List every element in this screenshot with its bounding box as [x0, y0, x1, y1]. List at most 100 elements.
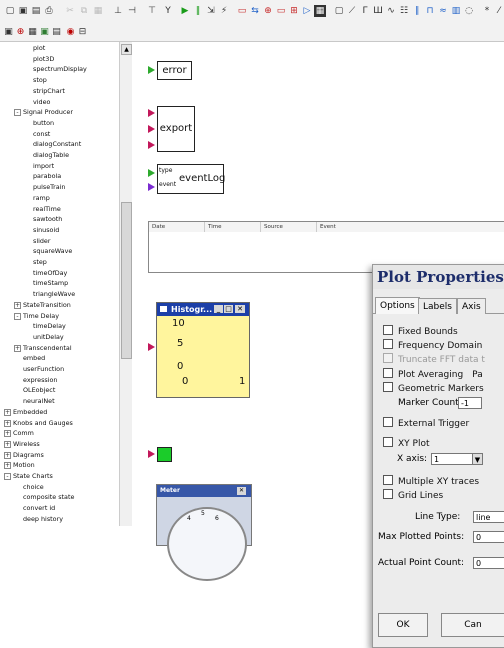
export-input-1-arrow-icon[interactable]: [148, 109, 155, 117]
table-icon[interactable]: ☷: [398, 5, 410, 17]
tree-item[interactable]: const: [33, 130, 50, 139]
tree-item[interactable]: Time Delay: [23, 312, 59, 321]
wave-icon[interactable]: ∿: [385, 5, 397, 17]
tab-labels[interactable]: Labels: [418, 298, 457, 314]
align-bottom-icon[interactable]: ⊣: [126, 5, 138, 17]
tree-item[interactable]: Motion: [13, 461, 35, 470]
maximize-icon[interactable]: □: [224, 305, 233, 313]
target-icon[interactable]: ◉: [65, 27, 76, 38]
gain-block-icon[interactable]: ▷: [301, 5, 313, 17]
display-block-icon[interactable]: ▦: [314, 5, 326, 17]
block-tree[interactable]: plot plot3D spectrumDisplay stop stripChart v…: [0, 42, 133, 526]
mux-block-icon[interactable]: ⊞: [288, 5, 300, 17]
tree-item[interactable]: sinusoid: [33, 226, 59, 235]
export-input-2-arrow-icon[interactable]: [148, 125, 155, 133]
pulse-icon[interactable]: ∥: [411, 5, 423, 17]
meter-window[interactable]: Meter ✕ 4 5 6: [156, 484, 252, 581]
collapse-icon[interactable]: -: [4, 473, 11, 480]
multiply-icon[interactable]: *: [481, 5, 493, 17]
divide-icon[interactable]: ⁄: [493, 5, 504, 17]
tab-axis[interactable]: Axis: [457, 298, 486, 314]
close-icon[interactable]: ✕: [235, 305, 245, 313]
expand-icon[interactable]: +: [4, 408, 11, 416]
ok-button[interactable]: OK: [378, 613, 428, 637]
xy-plot-checkbox[interactable]: XY Plot: [383, 437, 430, 449]
tree-item[interactable]: spectrumDisplay: [33, 65, 87, 74]
tree-item[interactable]: video: [33, 98, 50, 107]
tree-item[interactable]: parabola: [33, 172, 61, 181]
tree-item[interactable]: OLEobject: [23, 386, 55, 395]
tree-item[interactable]: Signal Producer: [23, 108, 73, 117]
max-plotted-points-input[interactable]: 0: [473, 531, 504, 543]
step-chart-icon[interactable]: Γ: [359, 5, 371, 17]
cut-icon[interactable]: ✂: [64, 5, 76, 17]
histogram-input-arrow-icon[interactable]: [148, 343, 155, 351]
tree-item[interactable]: neuralNet: [23, 397, 55, 406]
expand-icon[interactable]: +: [4, 430, 11, 438]
external-trigger-checkbox[interactable]: External Trigger: [383, 417, 469, 429]
plot-averaging-checkbox[interactable]: Plot Averaging Pa: [383, 368, 483, 380]
geometric-markers-checkbox[interactable]: Geometric Markers: [383, 382, 484, 394]
expand-icon[interactable]: +: [4, 419, 11, 427]
tree-item[interactable]: Diagrams: [13, 451, 44, 460]
eventlog-event-arrow-icon[interactable]: [148, 183, 155, 191]
column-header-date[interactable]: Date: [149, 222, 205, 232]
new-icon[interactable]: ▢: [4, 5, 16, 17]
tree-item[interactable]: stripChart: [33, 87, 65, 96]
tree-item[interactable]: dialogConstant: [33, 140, 81, 149]
plot-icon[interactable]: ▢: [333, 5, 345, 17]
tree-item[interactable]: Transcendental: [23, 344, 72, 353]
line-type-select[interactable]: line: [473, 511, 504, 523]
meter-icon[interactable]: ◌: [463, 5, 475, 17]
memory-icon[interactable]: ▤: [51, 27, 62, 38]
bar-chart-icon[interactable]: Ш: [372, 5, 384, 17]
error-block[interactable]: error: [157, 61, 192, 80]
expand-icon[interactable]: +: [4, 462, 11, 470]
variable-block-icon[interactable]: ▭: [275, 5, 287, 17]
tree-item[interactable]: unitDelay: [33, 333, 64, 342]
embedded-icon[interactable]: ▣: [39, 27, 50, 38]
tree-item[interactable]: deep history: [23, 515, 63, 524]
align-top-icon[interactable]: ⊤: [146, 5, 158, 17]
align-left-icon[interactable]: ⊥: [112, 5, 124, 17]
step-icon[interactable]: ⇲: [205, 5, 217, 17]
tree-item[interactable]: Embedded: [13, 408, 47, 417]
close-icon[interactable]: ✕: [237, 487, 246, 495]
scroll-thumb[interactable]: [121, 202, 132, 359]
chart-icon[interactable]: ▥: [450, 5, 462, 17]
tree-item[interactable]: slider: [33, 237, 51, 246]
tree-scrollbar[interactable]: ▲: [119, 42, 132, 526]
tree-item[interactable]: realTime: [33, 205, 61, 214]
tree-item[interactable]: State Charts: [13, 472, 53, 481]
chip-icon[interactable]: ▦: [27, 27, 38, 38]
tree-item[interactable]: Knobs and Gauges: [13, 419, 73, 428]
tree-item[interactable]: button: [33, 119, 54, 128]
tree-item[interactable]: triangleWave: [33, 290, 75, 299]
filter-icon[interactable]: Y: [162, 5, 174, 17]
tree-item[interactable]: timeStamp: [33, 279, 68, 288]
port-icon[interactable]: ⊟: [77, 27, 88, 38]
chevron-down-icon[interactable]: ▼: [472, 453, 483, 465]
multiple-xy-traces-checkbox[interactable]: Multiple XY traces: [383, 475, 479, 487]
tree-item[interactable]: StateTransition: [23, 301, 71, 310]
column-header-time[interactable]: Time: [205, 222, 261, 232]
eventlog-block[interactable]: type event eventLog: [157, 164, 225, 194]
record-icon[interactable]: ⊕: [15, 27, 26, 38]
tree-item[interactable]: plot3D: [33, 55, 54, 64]
const-block-icon[interactable]: ▭: [236, 5, 248, 17]
tab-options[interactable]: Options: [375, 297, 420, 314]
grid-lines-checkbox[interactable]: Grid Lines: [383, 489, 443, 501]
play-icon[interactable]: ▶: [179, 5, 191, 17]
tree-item[interactable]: timeDelay: [33, 322, 66, 331]
collapse-icon[interactable]: -: [14, 312, 21, 320]
window-icon[interactable]: ▣: [3, 27, 14, 38]
tree-item[interactable]: Wireless: [13, 440, 40, 449]
tree-item[interactable]: composite state: [23, 493, 74, 502]
copy-icon[interactable]: ⧉: [78, 5, 90, 17]
scroll-up-icon[interactable]: ▲: [121, 44, 132, 55]
dialog-title[interactable]: Plot Properties: [373, 265, 504, 289]
noise-icon[interactable]: ≈: [437, 5, 449, 17]
collapse-icon[interactable]: -: [14, 109, 21, 117]
window-menu-icon[interactable]: [160, 306, 167, 312]
marker-count-input[interactable]: -1: [458, 397, 482, 409]
